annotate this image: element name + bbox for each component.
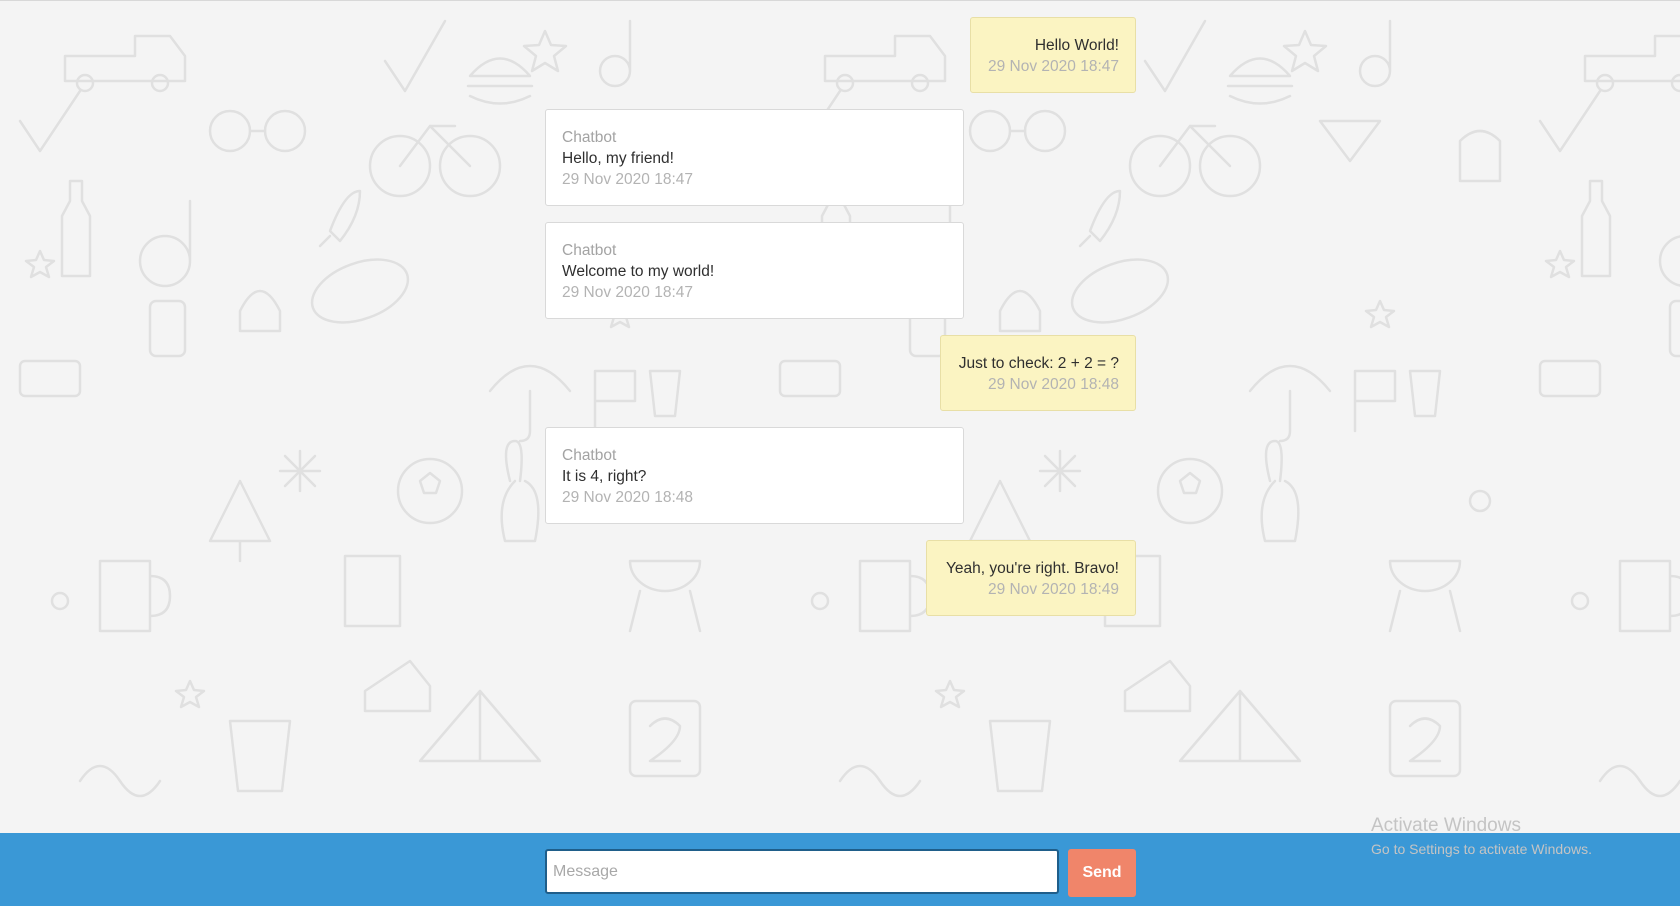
message-text: Hello World! [1034, 37, 1119, 54]
message-timestamp: 29 Nov 2020 18:48 [562, 489, 693, 506]
message-text: It is 4, right? [562, 468, 647, 485]
user-message: Just to check: 2 + 2 = ? 29 Nov 2020 18:… [940, 335, 1136, 411]
message-timestamp: 29 Nov 2020 18:47 [562, 171, 693, 188]
send-button[interactable]: Send [1068, 849, 1136, 897]
message-sender: Chatbot [562, 447, 617, 464]
watermark-title: Activate Windows [1371, 815, 1521, 836]
message-text: Hello, my friend! [562, 150, 674, 167]
message-timestamp: 29 Nov 2020 18:47 [562, 284, 693, 301]
windows-activation-watermark: Activate Windows Go to Settings to activ… [1371, 814, 1592, 858]
message-timestamp: 29 Nov 2020 18:47 [988, 58, 1119, 75]
message-sender: Chatbot [562, 242, 617, 259]
message-input[interactable] [545, 849, 1059, 894]
message-text: Yeah, you're right. Bravo! [946, 560, 1119, 577]
user-message: Hello World! 29 Nov 2020 18:47 [970, 17, 1136, 93]
bot-message: Chatbot It is 4, right? 29 Nov 2020 18:4… [545, 427, 964, 524]
chat-thread: Hello World! 29 Nov 2020 18:47 Chatbot H… [0, 0, 1680, 833]
watermark-subtitle: Go to Settings to activate Windows. [1371, 841, 1592, 857]
message-timestamp: 29 Nov 2020 18:48 [988, 376, 1119, 393]
bot-message: Chatbot Hello, my friend! 29 Nov 2020 18… [545, 109, 964, 206]
bot-message: Chatbot Welcome to my world! 29 Nov 2020… [545, 222, 964, 319]
message-timestamp: 29 Nov 2020 18:49 [988, 581, 1119, 598]
message-text: Welcome to my world! [562, 263, 715, 280]
message-sender: Chatbot [562, 129, 617, 146]
message-text: Just to check: 2 + 2 = ? [958, 355, 1119, 372]
user-message: Yeah, you're right. Bravo! 29 Nov 2020 1… [926, 540, 1136, 616]
